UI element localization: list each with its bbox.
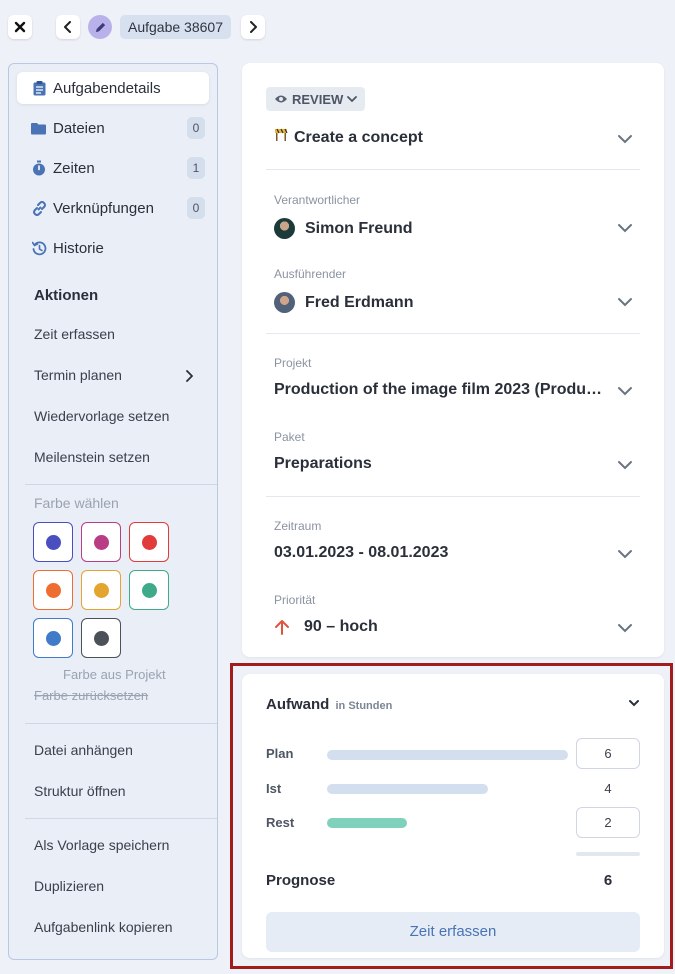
sidebar: Aufgabendetails Dateien 0 Zeiten 1 Verkn… <box>8 63 218 960</box>
count-badge: 1 <box>187 157 205 179</box>
priority-field[interactable]: 90 – hoch <box>274 618 378 636</box>
status-dropdown[interactable]: REVIEW <box>266 87 366 111</box>
project-name: Production of the image film 2023 (Produ… <box>274 381 606 398</box>
divider <box>266 169 640 170</box>
color-swatch-red[interactable] <box>129 522 169 562</box>
chevron-down-icon[interactable] <box>616 619 634 637</box>
project-field[interactable]: Production of the image film 2023 (Produ… <box>274 381 606 399</box>
actions-heading: Aktionen <box>34 287 99 304</box>
chevron-down-icon[interactable] <box>616 456 634 474</box>
task-name-field[interactable]: Create a concept <box>272 128 423 147</box>
sidebar-item-label: Aufgabendetails <box>53 79 161 97</box>
chevron-down-icon[interactable] <box>616 293 634 311</box>
action-struktur-oeffnen[interactable]: Struktur öffnen <box>34 783 126 799</box>
responsible-name: Simon Freund <box>305 219 413 237</box>
chevron-down-icon[interactable] <box>616 545 634 563</box>
priority-value: 90 – hoch <box>304 618 378 635</box>
divider <box>266 333 640 334</box>
executor-field[interactable]: Fred Erdmann <box>274 292 413 313</box>
color-swatch-blue[interactable] <box>33 618 73 658</box>
count-badge: 0 <box>187 197 205 219</box>
responsible-field[interactable]: Simon Freund <box>274 218 413 239</box>
sidebar-item-label: Dateien <box>53 119 105 137</box>
highlight-frame <box>230 663 673 969</box>
priority-label: Priorität <box>274 593 316 607</box>
eye-icon <box>275 95 287 103</box>
top-bar: Aufgabe 38607 <box>0 0 675 56</box>
color-reset-option[interactable]: Farbe zurücksetzen <box>34 688 148 703</box>
responsible-label: Verantwortlicher <box>274 193 361 207</box>
period-value: 03.01.2023 - 08.01.2023 <box>274 544 449 561</box>
divider <box>25 818 217 819</box>
chevron-left-icon <box>64 21 71 33</box>
pencil-icon <box>95 22 105 32</box>
color-from-project-option[interactable]: Farbe aus Projekt <box>63 667 166 682</box>
period-label: Zeitraum <box>274 519 322 533</box>
divider <box>25 723 217 724</box>
arrow-up-icon <box>275 620 289 635</box>
sidebar-item-label: Historie <box>53 239 104 257</box>
action-termin-planen[interactable]: Termin planen <box>34 367 122 383</box>
close-icon <box>14 21 26 33</box>
next-task-button[interactable] <box>241 15 265 39</box>
chevron-right-icon <box>186 370 193 382</box>
task-name: Create a concept <box>294 129 423 146</box>
chevron-down-icon[interactable] <box>616 382 634 400</box>
avatar <box>274 292 295 313</box>
link-icon <box>31 200 47 216</box>
sidebar-item-aufgabendetails[interactable]: Aufgabendetails <box>17 72 209 104</box>
chevron-down-icon[interactable] <box>616 130 634 148</box>
status-label: REVIEW <box>292 91 344 107</box>
count-badge: 0 <box>187 117 205 139</box>
package-label: Paket <box>274 430 305 444</box>
avatar <box>274 218 295 239</box>
action-wiedervorlage-setzen[interactable]: Wiedervorlage setzen <box>34 408 169 424</box>
previous-task-button[interactable] <box>56 15 80 39</box>
action-aufgabenlink-kopieren[interactable]: Aufgabenlink kopieren <box>34 919 173 935</box>
task-id-label: Aufgabe 38607 <box>120 15 231 39</box>
sidebar-item-dateien[interactable]: Dateien 0 <box>17 112 209 144</box>
color-swatch-yellow[interactable] <box>81 570 121 610</box>
color-swatch-orange[interactable] <box>33 570 73 610</box>
package-field[interactable]: Preparations <box>274 455 372 473</box>
sidebar-item-label: Verknüpfungen <box>53 199 154 217</box>
divider <box>25 484 217 485</box>
chevron-down-icon <box>347 96 358 103</box>
project-label: Projekt <box>274 356 312 370</box>
executor-name: Fred Erdmann <box>305 293 414 311</box>
color-picker-heading: Farbe wählen <box>34 495 119 511</box>
package-name: Preparations <box>274 455 372 472</box>
clipboard-icon <box>31 80 47 96</box>
close-button[interactable] <box>8 15 32 39</box>
action-duplizieren[interactable]: Duplizieren <box>34 878 104 894</box>
chevron-down-icon[interactable] <box>616 219 634 237</box>
sidebar-item-verknuepfungen[interactable]: Verknüpfungen 0 <box>17 192 209 224</box>
task-details-panel: REVIEW Create a concept Verantwortlicher… <box>242 63 664 657</box>
action-als-vorlage-speichern[interactable]: Als Vorlage speichern <box>34 837 169 853</box>
construction-icon <box>275 128 288 141</box>
executor-label: Ausführender <box>274 267 347 281</box>
sidebar-item-label: Zeiten <box>53 159 95 177</box>
sidebar-item-zeiten[interactable]: Zeiten 1 <box>17 152 209 184</box>
color-swatch-teal[interactable] <box>129 570 169 610</box>
sidebar-item-historie[interactable]: Historie <box>17 232 209 264</box>
period-field[interactable]: 03.01.2023 - 08.01.2023 <box>274 544 448 562</box>
task-type-avatar <box>88 15 112 39</box>
color-swatch-magenta[interactable] <box>81 522 121 562</box>
color-swatch-dark-gray[interactable] <box>81 618 121 658</box>
divider <box>266 496 640 497</box>
action-zeit-erfassen[interactable]: Zeit erfassen <box>34 326 115 342</box>
action-datei-anhaengen[interactable]: Datei anhängen <box>34 742 133 758</box>
chevron-right-icon <box>250 21 257 33</box>
stopwatch-icon <box>31 160 47 176</box>
action-meilenstein-setzen[interactable]: Meilenstein setzen <box>34 449 150 465</box>
folder-icon <box>31 120 47 136</box>
color-swatch-indigo[interactable] <box>33 522 73 562</box>
history-icon <box>31 240 47 256</box>
